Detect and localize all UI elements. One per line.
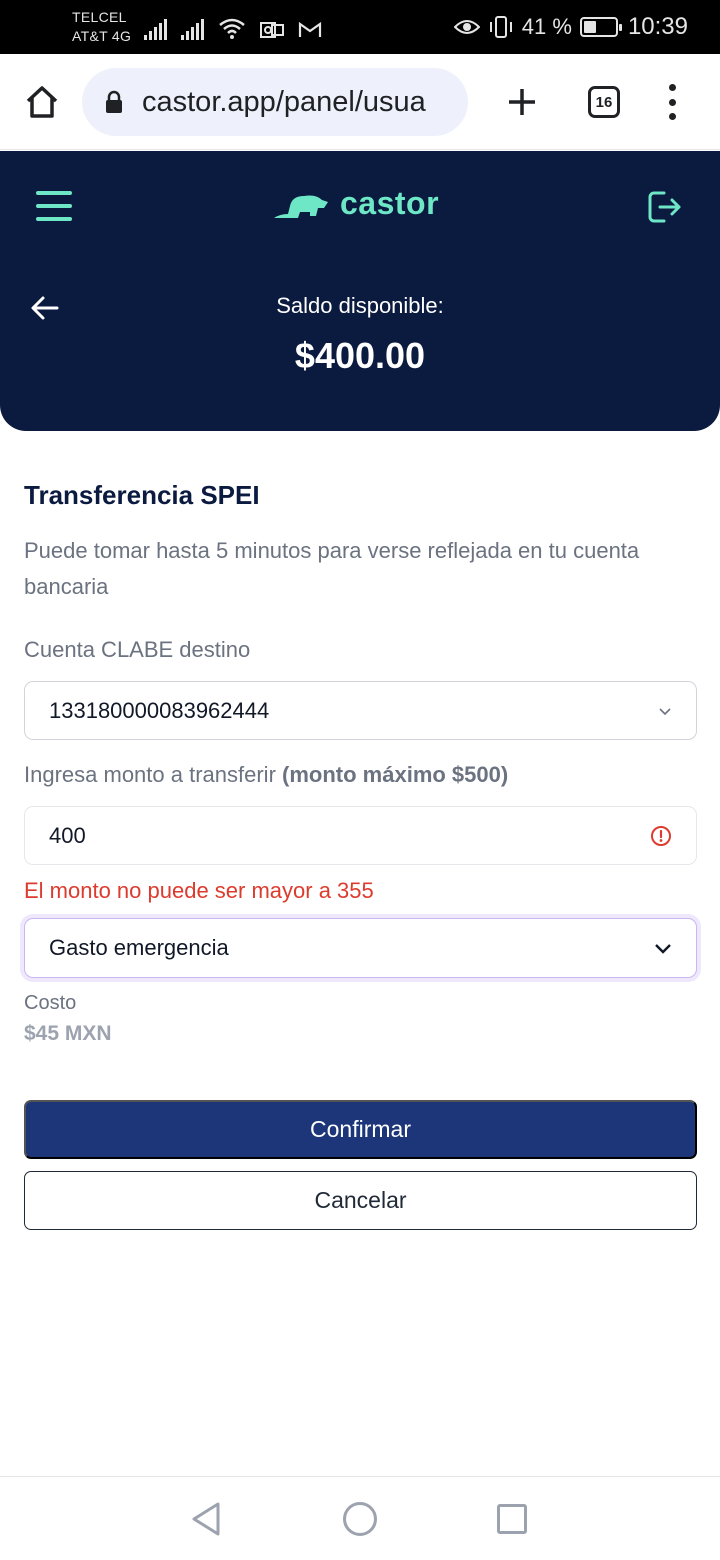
chevron-down-icon: [655, 944, 671, 954]
url-text: castor.app/panel/usua: [142, 85, 426, 118]
brand-name: castor: [340, 185, 440, 221]
nav-home-icon[interactable]: [343, 1502, 377, 1536]
concept-select[interactable]: Gasto emergencia: [24, 918, 697, 978]
app-header: castor Saldo disponible: $400.00: [0, 151, 720, 431]
home-icon[interactable]: [22, 82, 62, 122]
clabe-select[interactable]: 133180000083962444: [24, 681, 697, 740]
status-right-icons: 41 % 10:39: [453, 12, 688, 42]
clabe-label: Cuenta CLABE destino: [24, 637, 251, 662]
nav-back-icon[interactable]: [190, 1501, 222, 1537]
signal-icon-2: [181, 18, 204, 40]
tab-count: 16: [595, 93, 613, 111]
address-bar[interactable]: castor.app/panel/usua: [82, 68, 468, 136]
balance-label: Saldo disponible:: [276, 293, 444, 318]
wifi-icon: [219, 18, 245, 39]
clabe-value: 133180000083962444: [49, 697, 270, 723]
carrier-name-1: TELCEL: [72, 9, 127, 25]
plus-icon[interactable]: [504, 84, 540, 120]
vibrate-icon: [489, 16, 512, 38]
concept-value: Gasto emergencia: [49, 935, 229, 960]
chevron-down-icon: [659, 707, 671, 715]
battery-percent: 41 %: [521, 14, 572, 39]
hamburger-icon[interactable]: [36, 191, 72, 221]
tabs-icon[interactable]: 16: [588, 86, 620, 118]
status-left-icons: [144, 14, 322, 40]
beaver-icon: [274, 195, 328, 218]
browser-toolbar: castor.app/panel/usua 16: [0, 54, 720, 150]
outlook-icon: [260, 22, 284, 38]
more-vert-icon[interactable]: [662, 84, 682, 120]
amount-label: Ingresa monto a transferir (monto máximo…: [24, 762, 508, 788]
cost-value: $45 MXN: [24, 1022, 112, 1045]
brand-logo: castor: [272, 185, 439, 222]
lock-icon: [106, 90, 122, 113]
amount-input[interactable]: 400: [24, 806, 697, 865]
cost-label: Costo: [24, 992, 77, 1014]
amount-error-message: El monto no puede ser mayor a 355: [24, 878, 374, 903]
carrier-info: TELCEL AT&T 4G: [72, 8, 131, 46]
eye-icon: [453, 20, 480, 34]
amount-max-text: (monto máximo $500): [282, 762, 509, 787]
nav-recents-icon[interactable]: [497, 1504, 527, 1534]
system-nav-bar: [0, 1476, 720, 1560]
carrier-name-2: AT&T 4G: [72, 28, 132, 44]
page-title: Transferencia SPEI: [24, 480, 260, 510]
amount-label-text: Ingresa monto a transferir: [24, 762, 276, 787]
confirm-button[interactable]: Confirmar: [24, 1100, 697, 1159]
logout-icon[interactable]: [644, 187, 684, 227]
clock: 10:39: [627, 13, 688, 40]
page-subtitle: Puede tomar hasta 5 minutos para verse r…: [24, 538, 640, 599]
error-circle-icon: [651, 825, 671, 846]
balance-value: $400.00: [294, 335, 426, 376]
gmail-icon: [298, 21, 322, 37]
signal-icon: [144, 18, 167, 40]
status-bar: TELCEL AT&T 4G 41 % 10:39: [0, 0, 720, 54]
battery-icon: [579, 17, 622, 37]
amount-value: 400: [49, 822, 86, 848]
cancel-button[interactable]: Cancelar: [24, 1171, 697, 1230]
